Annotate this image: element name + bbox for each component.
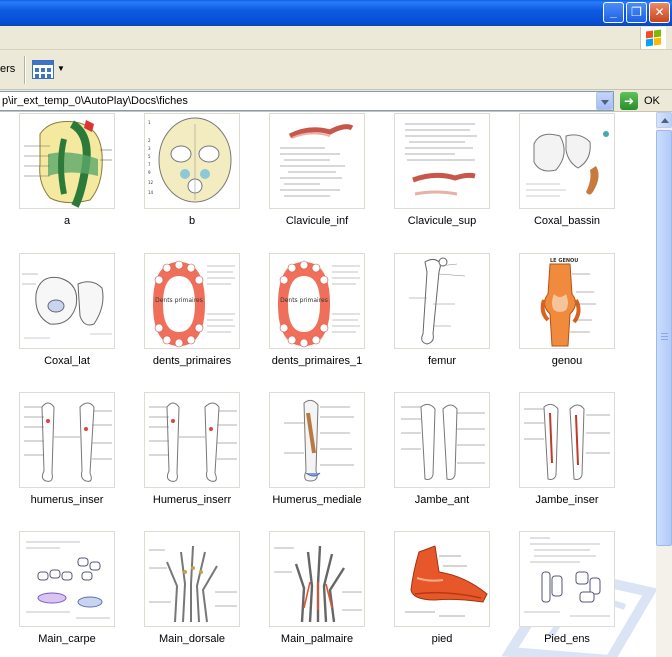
svg-text:5: 5 xyxy=(148,154,151,159)
file-item[interactable]: Jambe_ant xyxy=(379,392,503,527)
menu-bar xyxy=(0,26,672,50)
file-item[interactable]: Dents primaires dents_primaires xyxy=(129,253,253,388)
scroll-up-button[interactable] xyxy=(656,112,672,128)
file-thumbnail xyxy=(519,531,615,627)
file-name: dents_primaires xyxy=(152,355,232,367)
toolbar-separator xyxy=(24,56,25,84)
title-bar: _ ❐ ✕ xyxy=(0,0,672,26)
file-name: b xyxy=(188,215,196,227)
go-arrow-icon: ➜ xyxy=(620,92,638,110)
file-thumbnail-view: a 1 2 3 5 7 9 12 14 b Clavicule_inf Clav… xyxy=(0,112,656,657)
close-icon: ✕ xyxy=(654,5,665,19)
file-thumbnail xyxy=(394,531,490,627)
address-bar: p\ir_ext_temp_0\AutoPlay\Docs\fiches ➜ O… xyxy=(0,90,672,112)
file-name: pied xyxy=(431,633,453,645)
file-name: Jambe_inser xyxy=(535,494,599,506)
go-label: OK xyxy=(644,95,660,107)
file-item[interactable]: Clavicule_inf xyxy=(254,113,378,248)
file-name: Clavicule_inf xyxy=(285,215,349,227)
file-item[interactable]: Humerus_inserr xyxy=(129,392,253,527)
file-thumbnail xyxy=(19,113,115,209)
file-item[interactable]: a xyxy=(4,113,128,248)
file-item[interactable]: femur xyxy=(379,253,503,388)
file-thumbnail xyxy=(519,113,615,209)
thumb-caption: Dents primaires xyxy=(155,297,203,304)
file-thumbnail xyxy=(19,253,115,349)
file-item[interactable]: humerus_inser xyxy=(4,392,128,527)
folders-button[interactable]: ers xyxy=(0,63,15,75)
file-name: Main_palmaire xyxy=(280,633,354,645)
file-thumbnail xyxy=(19,531,115,627)
file-item[interactable]: Pied_ens xyxy=(504,531,628,657)
views-icon xyxy=(32,60,54,79)
file-item[interactable]: Humerus_mediale xyxy=(254,392,378,527)
file-name: Jambe_ant xyxy=(414,494,470,506)
file-item[interactable]: LE GENOU genou xyxy=(504,253,628,388)
file-name: dents_primaires_1 xyxy=(271,355,363,367)
file-item[interactable]: Main_dorsale xyxy=(129,531,253,657)
svg-text:7: 7 xyxy=(148,162,151,167)
file-thumbnail xyxy=(144,392,240,488)
file-name: Coxal_bassin xyxy=(533,215,601,227)
maximize-button[interactable]: ❐ xyxy=(626,2,647,23)
file-thumbnail xyxy=(19,392,115,488)
svg-text:2: 2 xyxy=(148,138,151,143)
address-input[interactable]: p\ir_ext_temp_0\AutoPlay\Docs\fiches xyxy=(0,91,614,111)
restore-icon: ❐ xyxy=(631,5,642,19)
vertical-scrollbar[interactable] xyxy=(656,112,672,657)
file-thumbnail xyxy=(144,531,240,627)
file-thumbnail xyxy=(519,392,615,488)
file-name: a xyxy=(63,215,71,227)
file-name: Humerus_inserr xyxy=(152,494,232,506)
file-name: Coxal_lat xyxy=(44,355,90,367)
close-button[interactable]: ✕ xyxy=(649,2,670,23)
file-thumbnail: LE GENOU xyxy=(519,253,615,349)
file-name: Humerus_mediale xyxy=(272,494,362,506)
thumb-caption: LE GENOU xyxy=(550,258,578,264)
svg-text:14: 14 xyxy=(148,190,154,195)
scroll-thumb[interactable] xyxy=(656,130,672,546)
file-item[interactable]: Main_carpe xyxy=(4,531,128,657)
file-thumbnail xyxy=(269,531,365,627)
chevron-down-icon: ▼ xyxy=(57,64,65,73)
svg-text:1: 1 xyxy=(148,120,151,125)
views-button[interactable]: ▼ xyxy=(32,59,66,81)
file-thumbnail xyxy=(269,113,365,209)
go-button[interactable]: ➜ OK xyxy=(620,92,670,110)
file-thumbnail: 1 2 3 5 7 9 12 14 xyxy=(144,113,240,209)
file-name: genou xyxy=(551,355,583,367)
address-path: p\ir_ext_temp_0\AutoPlay\Docs\fiches xyxy=(2,95,188,107)
file-thumbnail xyxy=(394,253,490,349)
svg-text:9: 9 xyxy=(148,170,151,175)
file-item[interactable]: 1 2 3 5 7 9 12 14 b xyxy=(129,113,253,248)
file-name: humerus_inser xyxy=(30,494,104,506)
windows-logo-icon xyxy=(640,27,666,49)
file-name: Main_dorsale xyxy=(158,633,226,645)
file-item[interactable]: Clavicule_sup xyxy=(379,113,503,248)
file-item[interactable]: Dents primaires dents_primaires_1 xyxy=(254,253,378,388)
file-item[interactable]: Coxal_lat xyxy=(4,253,128,388)
file-name: Clavicule_sup xyxy=(407,215,477,227)
file-item[interactable]: pied xyxy=(379,531,503,657)
file-item[interactable]: Coxal_bassin xyxy=(504,113,628,248)
address-dropdown-button[interactable] xyxy=(596,92,613,110)
svg-text:3: 3 xyxy=(148,146,151,151)
minimize-button[interactable]: _ xyxy=(603,2,624,23)
file-thumbnail xyxy=(394,392,490,488)
file-item[interactable]: Main_palmaire xyxy=(254,531,378,657)
file-thumbnail: Dents primaires xyxy=(144,253,240,349)
file-item[interactable]: Jambe_inser xyxy=(504,392,628,527)
file-thumbnail: Dents primaires xyxy=(269,253,365,349)
file-name: femur xyxy=(427,355,457,367)
toolbar: ers ▼ xyxy=(0,50,672,90)
file-thumbnail xyxy=(394,113,490,209)
minimize-icon: _ xyxy=(610,5,617,19)
file-name: Pied_ens xyxy=(544,633,590,645)
thumb-caption: Dents primaires xyxy=(280,297,328,304)
file-name: Main_carpe xyxy=(38,633,96,645)
file-thumbnail xyxy=(269,392,365,488)
svg-text:12: 12 xyxy=(148,180,154,185)
